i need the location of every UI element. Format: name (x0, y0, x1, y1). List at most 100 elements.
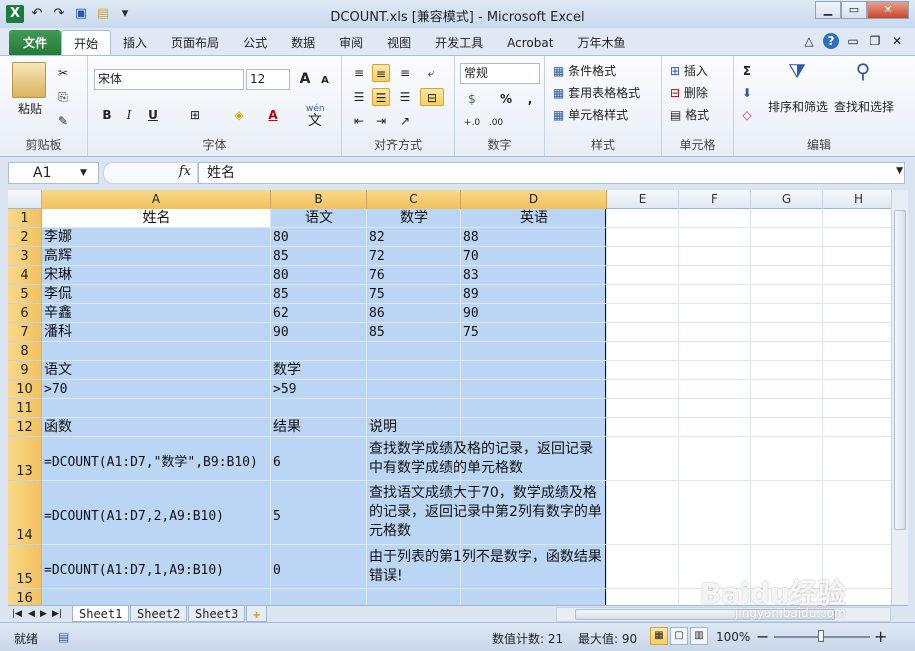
increase-indent-icon[interactable]: ⇥ (372, 112, 390, 130)
underline-button[interactable]: U (144, 106, 162, 124)
tab-review[interactable]: 审阅 (327, 30, 375, 56)
cell-a5[interactable]: 李侃 (44, 285, 269, 304)
cell-b13[interactable]: 6 (273, 453, 365, 472)
find-select-icon[interactable]: ⚲ (848, 61, 878, 92)
cell-a13[interactable]: =DCOUNT(A1:D7,"数学",B9:B10) (44, 453, 269, 472)
cell-c6[interactable]: 86 (369, 304, 459, 323)
next-sheet-icon[interactable]: ▶ (40, 606, 47, 622)
cell-c14[interactable]: 查找语文成绩大于70，数学成绩及格的记录，返回记录中第2列有数字的单元格数 (369, 484, 603, 541)
zoom-in-icon[interactable]: + (874, 627, 887, 646)
cell-styles-button[interactable]: ▦ 单元格样式 (553, 106, 628, 123)
phonetic-char[interactable]: 文 (306, 112, 324, 130)
cell-c2[interactable]: 82 (369, 228, 459, 247)
tab-wannian[interactable]: 万年木鱼 (565, 30, 637, 56)
row-header-15[interactable]: 15 (8, 545, 42, 589)
tab-acrobat[interactable]: Acrobat (495, 30, 565, 56)
row-header-2[interactable]: 2 (8, 228, 42, 247)
cell-b4[interactable]: 80 (273, 266, 365, 285)
increase-decimal-icon[interactable]: +.0 (463, 114, 481, 132)
cell-b3[interactable]: 85 (273, 247, 365, 266)
cell-d1[interactable]: 英语 (463, 209, 605, 228)
cell-b9[interactable]: 数学 (273, 361, 365, 380)
tab-view[interactable]: 视图 (375, 30, 423, 56)
cell-d2[interactable]: 88 (463, 228, 605, 247)
row-header-3[interactable]: 3 (8, 247, 42, 266)
cell-b1[interactable]: 语文 (273, 209, 365, 228)
align-left-icon[interactable]: ☰ (350, 88, 368, 106)
row-header-11[interactable]: 11 (8, 399, 42, 418)
insert-function-icon[interactable]: fx (179, 164, 191, 179)
find-select-button[interactable]: 查找和选择 (834, 98, 894, 115)
minimize-button[interactable]: ▁ (815, 1, 841, 19)
sort-filter-icon[interactable]: ⧩ (782, 61, 812, 92)
cell-d3[interactable]: 70 (463, 247, 605, 266)
cell-c1[interactable]: 数学 (369, 209, 459, 228)
cell-c3[interactable]: 72 (369, 247, 459, 266)
cell-a1[interactable]: 姓名 (44, 209, 269, 228)
zoom-level[interactable]: 100% (716, 630, 750, 644)
cell-a12[interactable]: 函数 (44, 418, 269, 437)
conditional-format-button[interactable]: ▦ 条件格式 (553, 62, 616, 79)
row-header-10[interactable]: 10 (8, 380, 42, 399)
doc-minimize-icon[interactable]: ▭ (845, 33, 861, 49)
row-header-4[interactable]: 4 (8, 266, 42, 285)
cell-c15[interactable]: 由于列表的第1列不是数字，函数结果错误! (369, 548, 603, 586)
align-bottom-icon[interactable]: ≡ (396, 64, 414, 82)
cell-c13[interactable]: 查找数学成绩及格的记录，返回记录中有数学成绩的单元格数 (369, 440, 603, 478)
col-header-h[interactable]: H (823, 190, 891, 209)
zoom-out-icon[interactable]: − (756, 627, 769, 646)
prev-sheet-icon[interactable]: ◀ (28, 606, 35, 622)
cell-a9[interactable]: 语文 (44, 361, 269, 380)
clear-icon[interactable]: ◇ (738, 106, 756, 124)
cell-a15[interactable]: =DCOUNT(A1:D7,1,A9:B10) (44, 561, 269, 580)
cell-a3[interactable]: 高辉 (44, 247, 269, 266)
doc-close-icon[interactable]: ✕ (889, 33, 905, 49)
insert-cells-button[interactable]: ⊞ 插入 (670, 62, 708, 79)
col-header-b[interactable]: B (271, 190, 367, 209)
comma-icon[interactable]: , (521, 90, 539, 108)
paste-button[interactable]: 粘贴 (18, 100, 42, 117)
worksheet-grid[interactable]: A B C D E F G H 1 2 3 4 5 6 7 8 9 10 11 12 13 14 15 16 … (8, 190, 891, 605)
expand-formula-icon[interactable]: ▼ (896, 166, 903, 176)
tab-page-layout[interactable]: 页面布局 (159, 30, 231, 56)
cell-a14[interactable]: =DCOUNT(A1:D7,2,A9:B10) (44, 507, 269, 526)
bold-button[interactable]: B (98, 106, 116, 124)
cell-a4[interactable]: 宋琳 (44, 266, 269, 285)
col-header-c[interactable]: C (367, 190, 461, 209)
tab-data[interactable]: 数据 (279, 30, 327, 56)
align-top-icon[interactable]: ≡ (350, 64, 368, 82)
col-header-a[interactable]: A (42, 190, 271, 209)
percent-icon[interactable]: % (497, 90, 515, 108)
normal-view-icon[interactable]: ▦ (650, 627, 668, 645)
cell-b15[interactable]: 0 (273, 561, 365, 580)
row-header-1[interactable]: 1 (8, 209, 42, 228)
cell-a10[interactable]: >70 (44, 380, 269, 399)
sort-filter-button[interactable]: 排序和筛选 (768, 98, 828, 115)
row-header-13[interactable]: 13 (8, 437, 42, 481)
copy-icon[interactable]: ⎘ (54, 88, 72, 106)
col-header-g[interactable]: G (751, 190, 823, 209)
cut-icon[interactable]: ✂ (54, 64, 72, 82)
font-color-icon[interactable]: A (264, 106, 282, 124)
orientation-icon[interactable]: ↗ (396, 112, 414, 130)
col-header-e[interactable]: E (607, 190, 679, 209)
cell-b14[interactable]: 5 (273, 507, 365, 526)
close-button[interactable]: ✕ (867, 1, 909, 19)
cell-b12[interactable]: 结果 (273, 418, 365, 437)
italic-button[interactable]: I (120, 106, 138, 124)
align-center-icon[interactable]: ☰ (372, 88, 390, 106)
tab-home[interactable]: 开始 (61, 30, 112, 56)
cell-c5[interactable]: 75 (369, 285, 459, 304)
row-header-14[interactable]: 14 (8, 481, 42, 545)
cell-d5[interactable]: 89 (463, 285, 605, 304)
macro-record-icon[interactable]: ▤ (58, 630, 69, 644)
format-table-button[interactable]: ▦ 套用表格格式 (553, 84, 640, 101)
cell-a6[interactable]: 辛鑫 (44, 304, 269, 323)
cell-b2[interactable]: 80 (273, 228, 365, 247)
decrease-decimal-icon[interactable]: .00 (487, 114, 505, 132)
vertical-scrollbar[interactable] (891, 190, 908, 605)
cell-c7[interactable]: 85 (369, 323, 459, 342)
collapse-ribbon-icon[interactable]: △ (801, 33, 817, 49)
insert-sheet-icon[interactable]: ✚ (246, 606, 268, 622)
row-header-6[interactable]: 6 (8, 304, 42, 323)
